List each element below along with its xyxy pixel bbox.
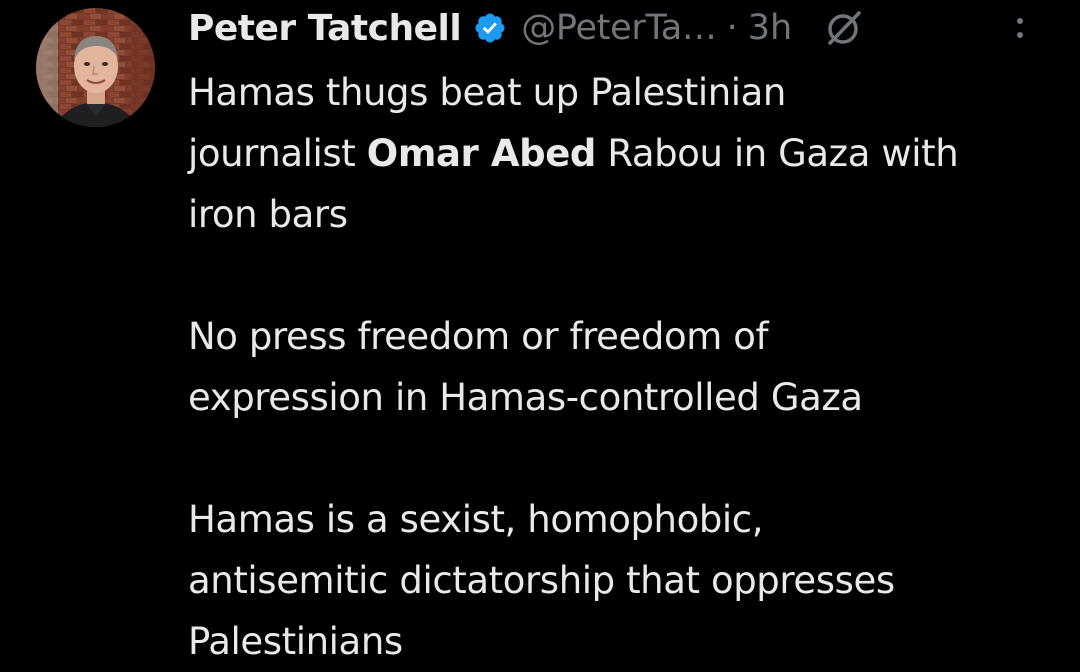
author-display-name[interactable]: Peter Tatchell bbox=[188, 8, 462, 49]
tweet-text-segment: Palestinians bbox=[188, 620, 403, 663]
more-options-icon[interactable] bbox=[1008, 8, 1032, 50]
tweet-header: Peter Tatchell @PeterTa… · 3h bbox=[188, 0, 1068, 56]
tweet-text-segment: No press freedom or freedom of bbox=[188, 315, 769, 358]
avatar[interactable] bbox=[36, 8, 155, 127]
author-handle[interactable]: @PeterTa… bbox=[521, 8, 717, 48]
tweet-text-segment: expression in Hamas-controlled Gaza bbox=[188, 376, 863, 419]
tweet-time[interactable]: 3h bbox=[748, 8, 792, 48]
highlighted-name: Omar Abed bbox=[366, 132, 597, 175]
tweet-paragraph-3: Hamas is a sexist, homophobic, antisemit… bbox=[188, 489, 1068, 672]
tweet-text-segment: iron bars bbox=[188, 193, 348, 236]
tweet-text-segment: journalist bbox=[188, 132, 367, 175]
tweet-text: Hamas thugs beat up Palestinian journali… bbox=[188, 62, 1068, 672]
verified-badge-icon bbox=[473, 11, 507, 45]
tweet-text-segment: Hamas is a sexist, homophobic, bbox=[188, 498, 764, 541]
tweet-text-segment: Hamas thugs beat up Palestinian bbox=[188, 71, 786, 114]
tweet-text-segment: Rabou in Gaza with bbox=[595, 132, 959, 175]
tweet-paragraph-1: Hamas thugs beat up Palestinian journali… bbox=[188, 62, 1068, 245]
tweet-text-segment: antisemitic dictatorship that oppresses bbox=[188, 559, 895, 602]
grok-icon[interactable] bbox=[822, 7, 864, 49]
header-separator: · bbox=[726, 8, 738, 48]
tweet-paragraph-2: No press freedom or freedom of expressio… bbox=[188, 306, 1068, 428]
